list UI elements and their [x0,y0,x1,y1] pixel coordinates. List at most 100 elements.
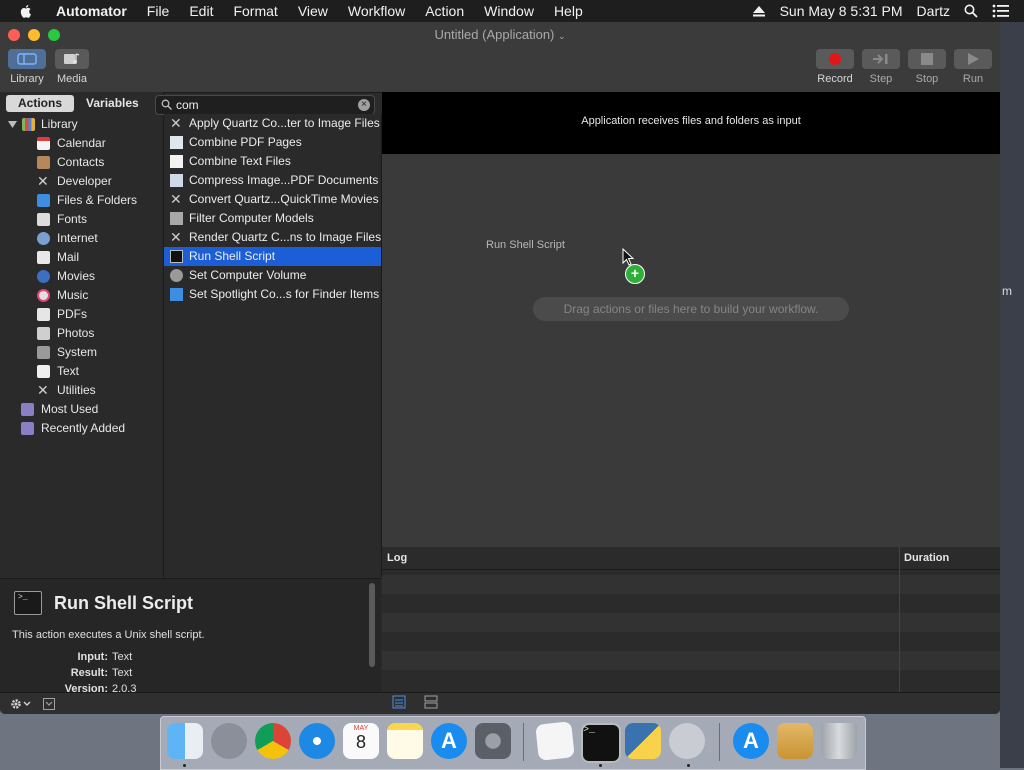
library-root[interactable]: Library [0,115,163,134]
workflow-view-icon[interactable] [424,695,438,709]
photos-icon [37,327,50,340]
trash-icon[interactable] [821,723,857,759]
workflow-drop-hint: Drag actions or files here to build your… [533,297,849,321]
system-preferences-icon[interactable] [475,723,511,759]
library-item-files-folders[interactable]: Files & Folders [0,191,163,210]
package-icon[interactable] [777,723,813,759]
library-item-fonts[interactable]: Fonts [0,210,163,229]
action-search-field[interactable]: × [155,95,375,115]
result-set-volume[interactable]: Set Computer Volume [164,266,381,285]
result-set-spotlight[interactable]: Set Spotlight Co...s for Finder Items [164,285,381,304]
result-combine-text[interactable]: Combine Text Files [164,152,381,171]
result-combine-pdf[interactable]: Combine PDF Pages [164,133,381,152]
stop-button[interactable]: Stop [904,49,950,85]
library-item-developer[interactable]: ✕ Developer [0,172,163,191]
record-icon [829,53,841,65]
library-item-utilities[interactable]: ✕ Utilities [0,381,163,400]
library-item-label: Text [57,364,80,378]
result-compress-image[interactable]: Compress Image...PDF Documents [164,171,381,190]
library-item-pdfs[interactable]: PDFs [0,305,163,324]
automator-icon[interactable] [669,723,705,759]
record-button[interactable]: Record [812,49,858,85]
library-item-mail[interactable]: Mail [0,248,163,267]
eject-icon[interactable] [752,5,766,17]
result-label: Convert Quartz...QuickTime Movies [189,192,379,206]
library-item-label: System [57,345,98,359]
search-icon [161,99,172,110]
library-item-photos[interactable]: Photos [0,324,163,343]
calendar-icon [37,137,50,150]
variables-tab[interactable]: Variables [74,95,151,112]
dock-separator [523,723,524,761]
menubar-clock[interactable]: Sun May 8 5:31 PM [780,3,903,19]
text-document-icon [37,365,50,378]
calendar-icon[interactable]: MAY 8 [343,723,379,759]
chrome-icon[interactable] [255,723,291,759]
system-icon [170,212,183,225]
library-item-label: Movies [57,269,96,283]
media-button[interactable]: Media [49,49,95,85]
library-item-system[interactable]: System [0,343,163,362]
menu-app-name[interactable]: Automator [56,3,127,19]
spotlight-search-icon[interactable] [964,4,978,18]
library-item-text[interactable]: Text [0,362,163,381]
menu-workflow[interactable]: Workflow [348,3,405,19]
library-item-label: Files & Folders [57,193,138,207]
menu-bar: Automator File Edit Format View Workflow… [0,0,1024,22]
result-render-quartz[interactable]: ✕ Render Quartz C...ns to Image Files [164,228,381,247]
notification-center-icon[interactable] [992,4,1010,18]
step-button[interactable]: Step [858,49,904,85]
smart-group-most-used[interactable]: Most Used [0,400,163,419]
window-title[interactable]: Untitled (Application) ⌄ [0,27,1000,42]
smart-group-recently-added[interactable]: Recently Added [0,419,163,438]
menu-edit[interactable]: Edit [189,3,213,19]
library-item-movies[interactable]: Movies [0,267,163,286]
menu-help[interactable]: Help [554,3,583,19]
notes-icon[interactable] [387,723,423,759]
library-toggle-button[interactable]: Library [4,49,50,85]
library-item-internet[interactable]: Internet [0,229,163,248]
search-input[interactable] [176,97,346,112]
library-item-calendar[interactable]: Calendar [0,134,163,153]
collapse-description-icon[interactable] [43,698,55,710]
menu-window[interactable]: Window [484,3,534,19]
run-button[interactable]: Run [950,49,996,85]
menubar-user[interactable]: Dartz [917,3,950,19]
clear-search-icon[interactable]: × [358,99,370,111]
actions-variables-toggle: Actions Variables [6,95,151,112]
menu-file[interactable]: File [147,3,170,19]
library-item-contacts[interactable]: Contacts [0,153,163,172]
library-item-music[interactable]: Music [0,286,163,305]
result-convert-quartz[interactable]: ✕ Convert Quartz...QuickTime Movies [164,190,381,209]
menu-format[interactable]: Format [233,3,277,19]
app-store-downloads-icon[interactable]: A [733,723,769,759]
menu-view[interactable]: View [298,3,328,19]
description-input: Input: Text [12,651,132,663]
list-view-icon[interactable] [392,695,406,709]
safari-icon[interactable] [299,723,335,759]
log-header: Log Duration [382,547,1000,692]
calendar-month: MAY [353,725,369,732]
result-apply-quartz[interactable]: ✕ Apply Quartz Co...ter to Image Files [164,114,381,133]
library-item-label: Calendar [57,136,106,150]
app-store-icon[interactable]: A [431,723,467,759]
description-scrollbar[interactable] [369,583,375,667]
log-column-header[interactable]: Log [387,552,407,564]
terminal-icon[interactable]: >_ [581,723,621,763]
disclosure-triangle-icon[interactable] [8,120,17,129]
actions-tab[interactable]: Actions [6,95,75,112]
duration-column-header[interactable]: Duration [904,552,949,564]
textedit-icon[interactable] [535,721,575,761]
finder-icon[interactable] [167,723,203,759]
workflow-area[interactable]: Application receives files and folders a… [382,92,1000,547]
window-title-text: Untitled (Application) [434,27,555,42]
gear-icon[interactable] [10,698,32,710]
menu-action[interactable]: Action [425,3,464,19]
mail-icon [37,251,50,264]
apple-icon[interactable] [18,3,34,19]
result-filter-computer[interactable]: Filter Computer Models [164,209,381,228]
quartz-tool-icon: ✕ [170,115,182,131]
python-icon[interactable] [625,723,661,759]
launchpad-icon[interactable] [211,723,247,759]
result-run-shell-script[interactable]: Run Shell Script [164,247,381,266]
